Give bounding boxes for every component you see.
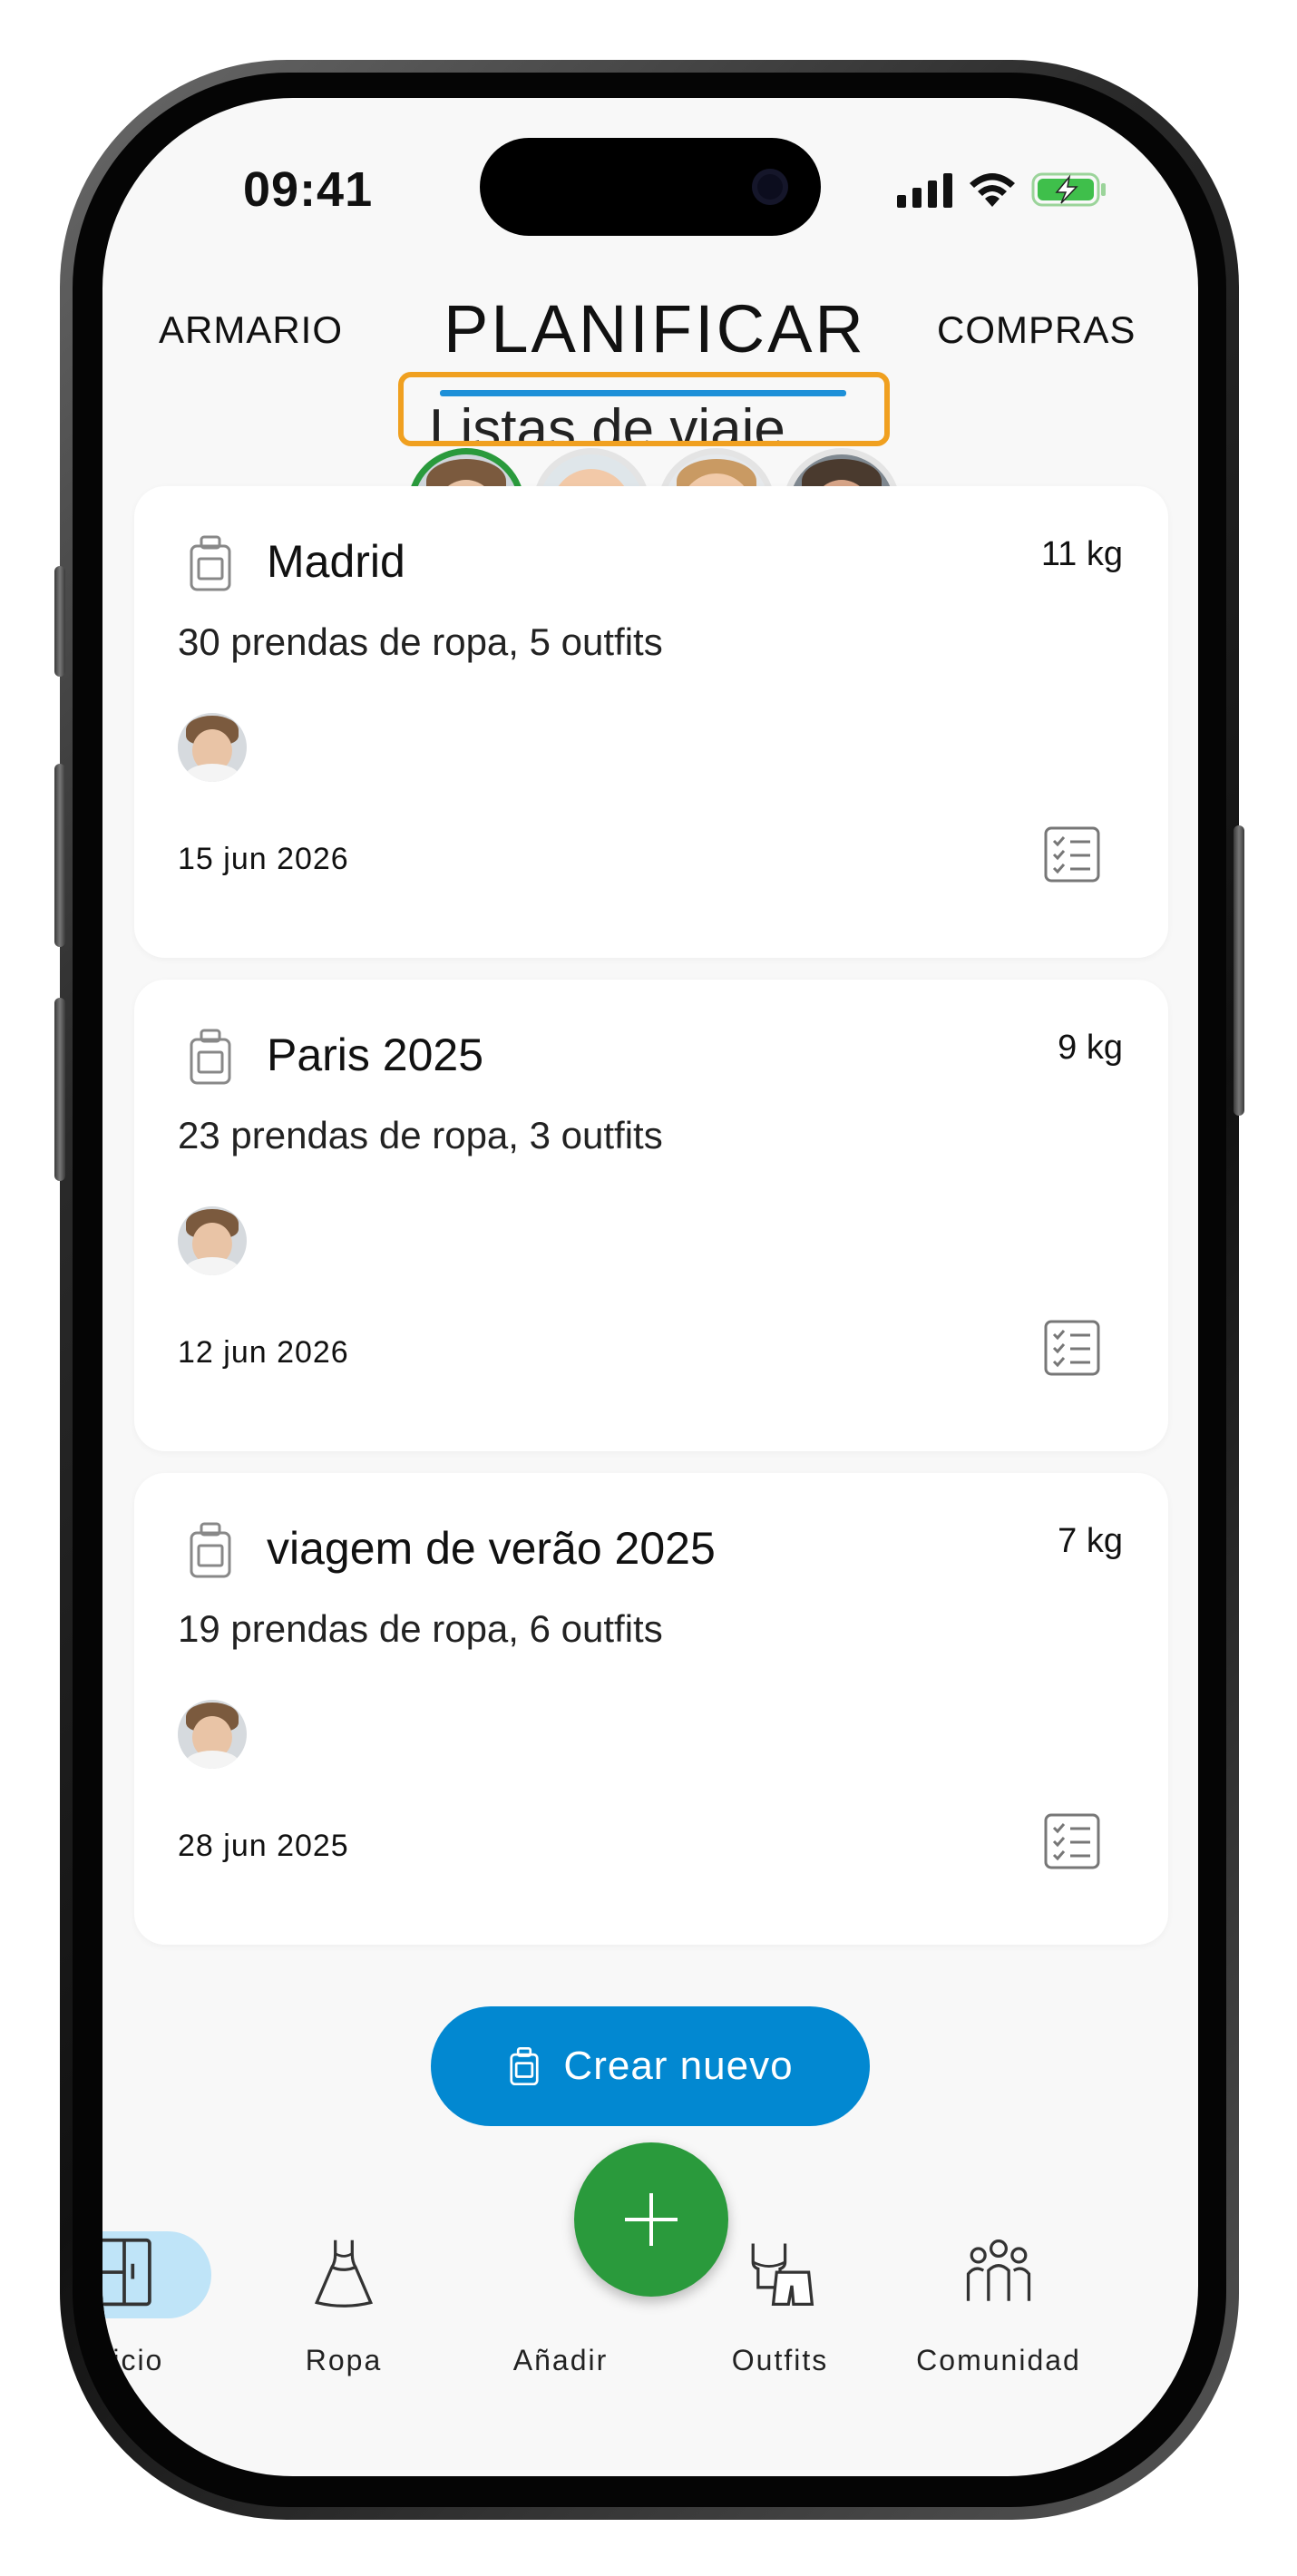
trip-date: 28 jun 2025 xyxy=(178,1829,349,1863)
trip-summary: 30 prendas de ropa, 5 outfits xyxy=(178,620,663,663)
status-time: 09:41 xyxy=(243,162,374,217)
active-tab-indicator xyxy=(440,390,846,396)
signal-icon xyxy=(897,173,952,208)
checklist-icon[interactable] xyxy=(1043,1319,1101,1377)
trip-card[interactable]: Madrid 11 kg 30 prendas de ropa, 5 outfi… xyxy=(134,486,1168,958)
wardrobe-icon xyxy=(102,2238,151,2307)
suitcase-icon xyxy=(190,535,231,591)
plus-icon xyxy=(625,2193,678,2246)
community-icon xyxy=(966,2239,1031,2301)
suitcase-icon xyxy=(190,1522,231,1578)
nav-label: Ropa xyxy=(305,2344,383,2376)
dynamic-island xyxy=(480,138,821,236)
nav-label: Añadir xyxy=(512,2344,609,2376)
trip-owner-avatar xyxy=(178,713,247,782)
suitcase-icon xyxy=(510,2046,540,2086)
trip-summary: 19 prendas de ropa, 6 outfits xyxy=(178,1607,663,1650)
outfit-icon xyxy=(751,2243,814,2307)
add-button[interactable] xyxy=(574,2142,728,2297)
side-button-volume-up xyxy=(54,764,65,947)
trip-owner-avatar xyxy=(178,1700,247,1769)
screen: 09:41 ARMARIO PLANIFICAR COMPRAS Listas … xyxy=(102,98,1198,2476)
trip-owner-avatar xyxy=(178,1206,247,1275)
side-button-power xyxy=(1234,825,1244,1116)
section-subtitle: Listas de viaje xyxy=(429,398,785,446)
create-new-label: Crear nuevo xyxy=(563,2044,794,2088)
create-new-button[interactable]: Crear nuevo xyxy=(431,2006,870,2126)
battery-charging-icon xyxy=(1031,172,1106,207)
subtitle-highlight: Listas de viaje xyxy=(398,372,890,446)
nav-label: Outfits xyxy=(731,2344,829,2376)
tab-compras[interactable]: COMPRAS xyxy=(937,308,1136,352)
checklist-icon[interactable] xyxy=(1043,1812,1101,1870)
wifi-icon xyxy=(970,173,1015,207)
trip-title: Madrid xyxy=(267,536,405,587)
trip-card[interactable]: viagem de verão 2025 7 kg 19 prendas de … xyxy=(134,1473,1168,1945)
trip-card[interactable]: Paris 2025 9 kg 23 prendas de ropa, 3 ou… xyxy=(134,980,1168,1451)
checklist-icon[interactable] xyxy=(1043,825,1101,883)
trip-date: 12 jun 2026 xyxy=(178,1335,349,1370)
trip-title: viagem de verão 2025 xyxy=(267,1523,716,1574)
trip-date: 15 jun 2026 xyxy=(178,842,349,876)
camera-icon xyxy=(752,169,788,205)
trip-weight: 11 kg xyxy=(1040,535,1123,573)
side-button-volume-down xyxy=(54,998,65,1181)
suitcase-icon xyxy=(190,1029,231,1085)
tab-planificar[interactable]: PLANIFICAR xyxy=(444,290,866,367)
nav-label: Inicio xyxy=(102,2344,164,2376)
trip-title: Paris 2025 xyxy=(267,1029,484,1080)
nav-label: Comunidad xyxy=(916,2344,1081,2376)
trip-summary: 23 prendas de ropa, 3 outfits xyxy=(178,1114,663,1156)
side-button-action xyxy=(54,566,65,677)
tab-armario[interactable]: ARMARIO xyxy=(159,308,343,352)
status-icons xyxy=(897,171,1107,209)
dress-icon xyxy=(314,2239,374,2308)
trip-weight: 7 kg xyxy=(1058,1522,1123,1560)
trip-weight: 9 kg xyxy=(1058,1029,1123,1067)
